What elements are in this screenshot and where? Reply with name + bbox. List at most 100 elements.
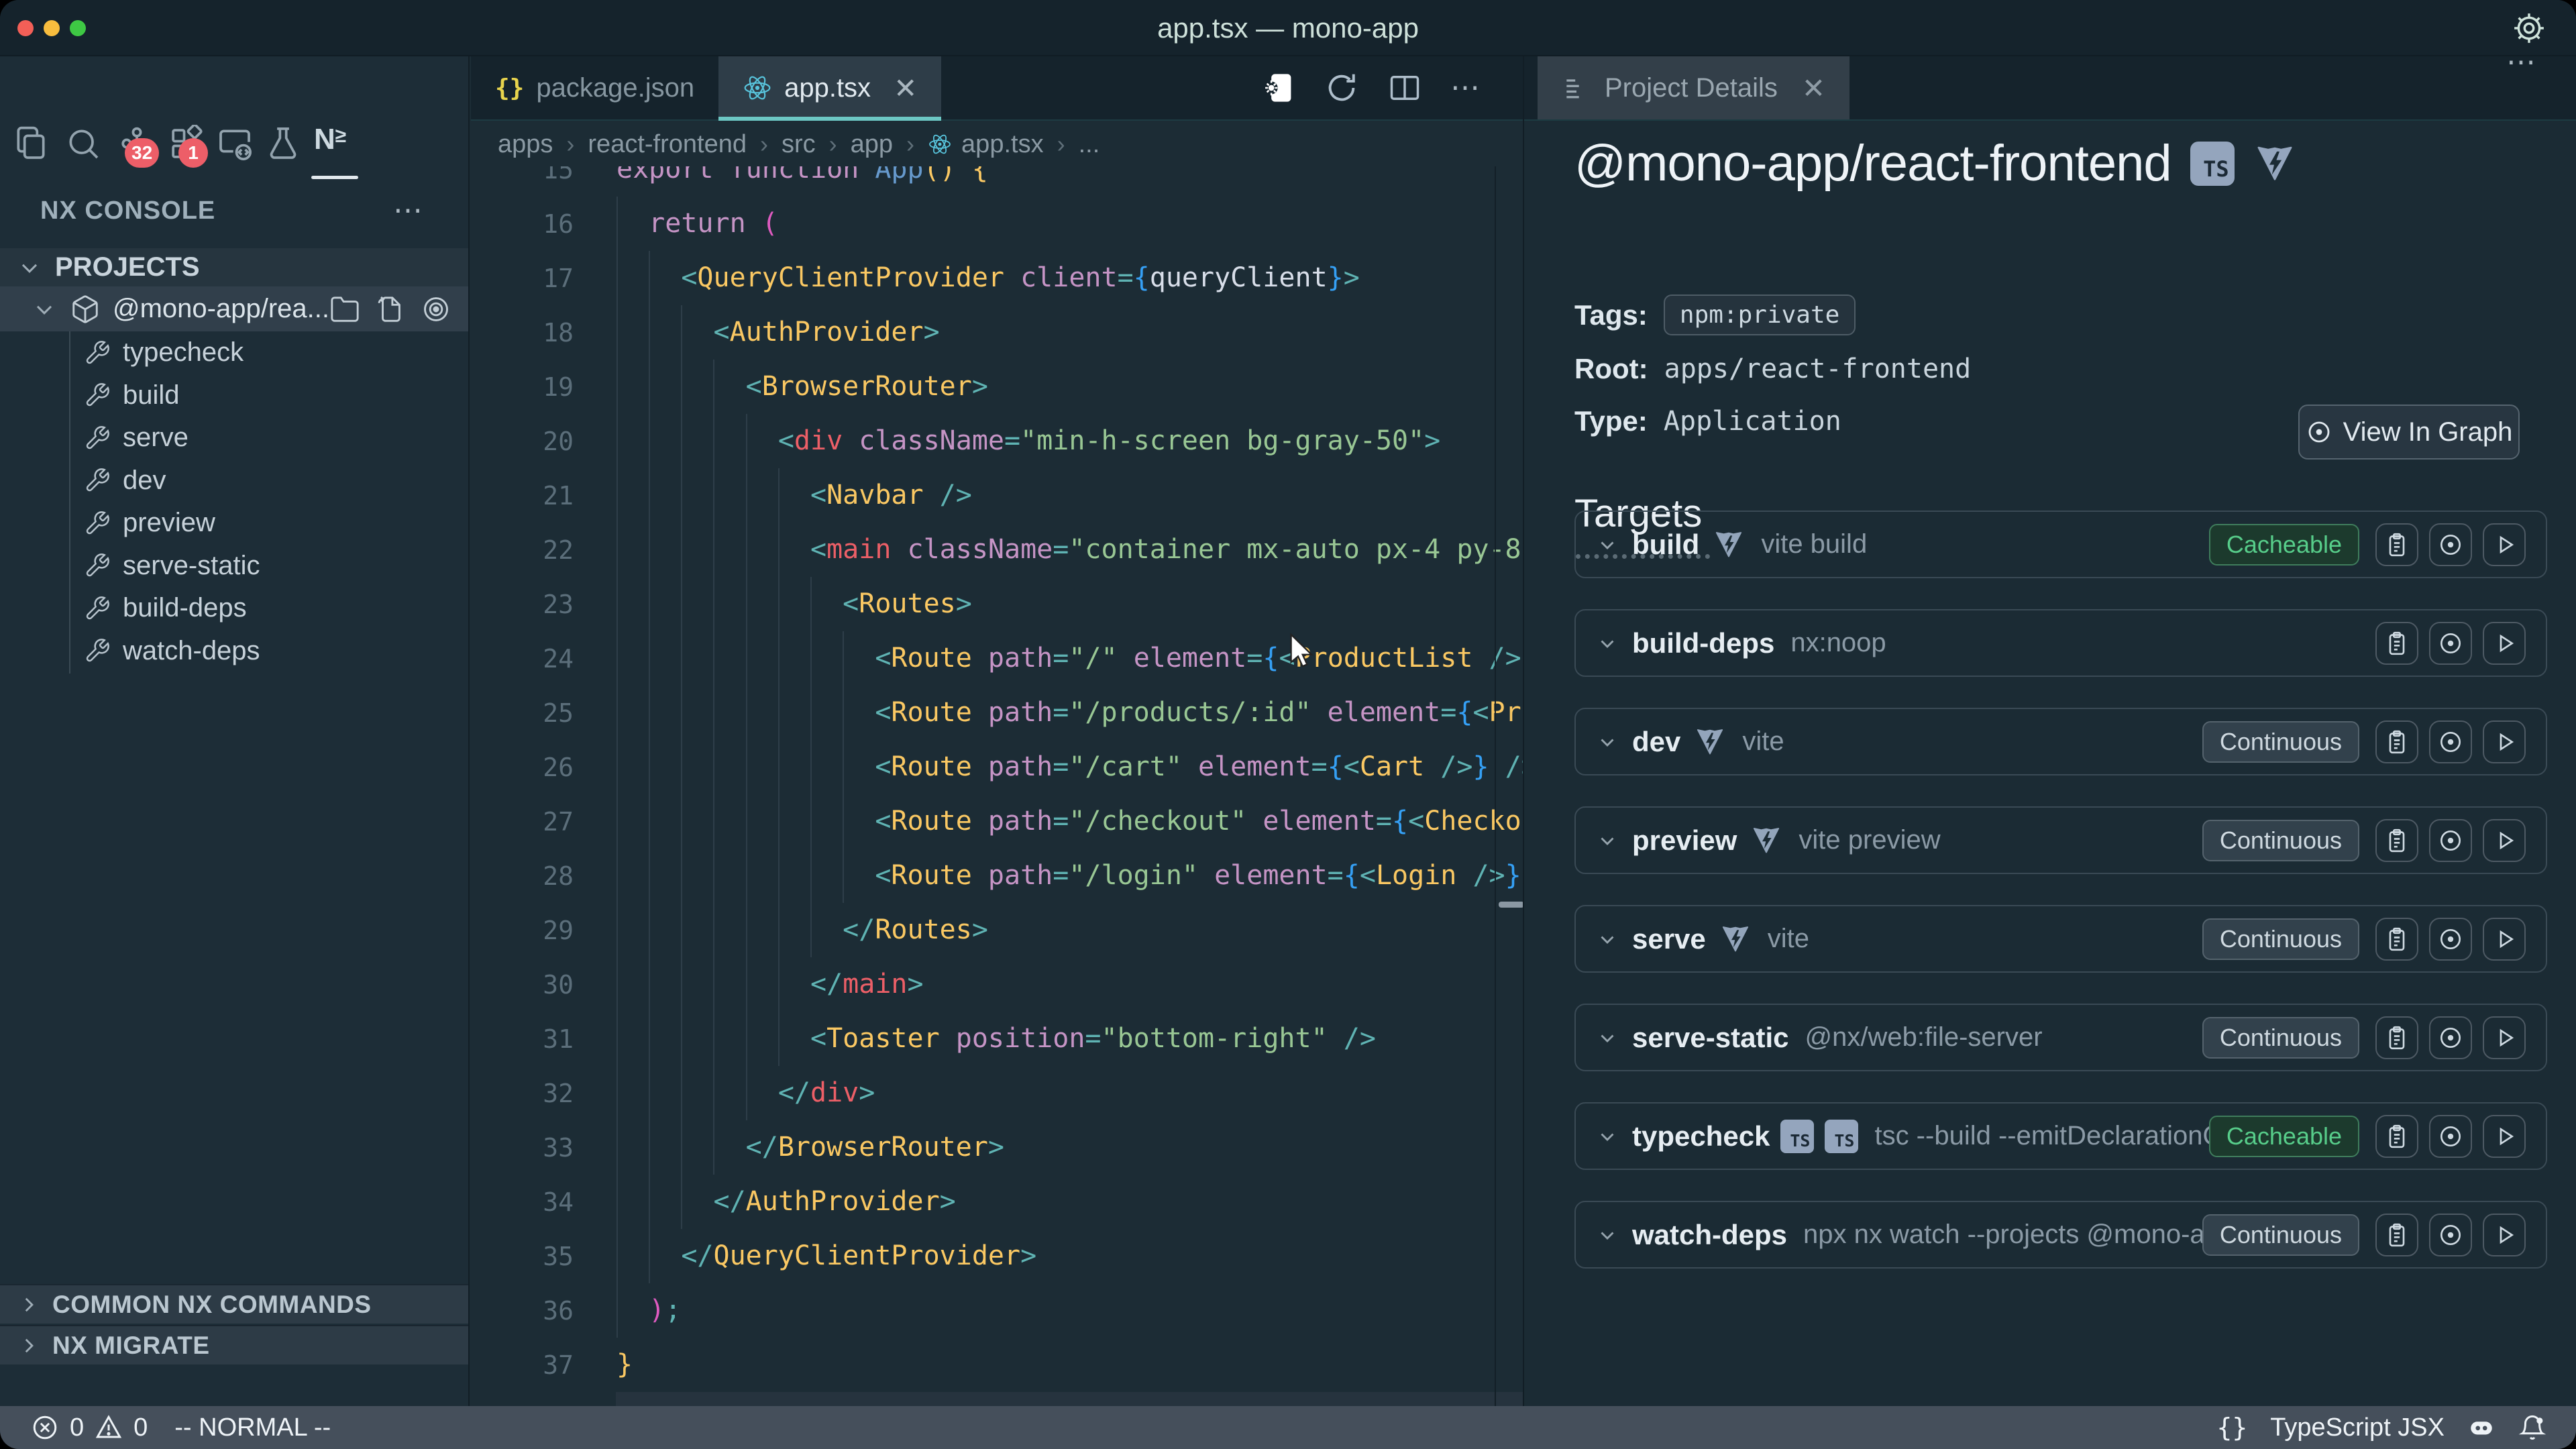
open-config-file-icon[interactable] (375, 294, 406, 325)
tree-item-serve[interactable]: serve (0, 417, 468, 460)
copy-task-button[interactable] (2375, 1115, 2418, 1158)
tab-app-tsx[interactable]: app.tsx ✕ (718, 56, 941, 119)
search-icon[interactable] (64, 125, 102, 162)
chevron-down-icon[interactable] (1596, 731, 1619, 753)
run-task-button[interactable] (2483, 622, 2526, 665)
copilot-icon[interactable] (2467, 1413, 2496, 1442)
focus-target-icon[interactable] (421, 294, 451, 325)
copy-task-button[interactable] (2375, 918, 2418, 961)
code-line[interactable]: 36 ); (471, 1283, 1523, 1338)
code-line[interactable]: 27 <Route path="/checkout" element={<Che… (471, 794, 1523, 849)
project-tree-item[interactable]: @mono-app/rea... (0, 286, 468, 331)
nx-icon[interactable]: N≥ (314, 125, 352, 162)
tab-package-json[interactable]: {} package.json (471, 56, 718, 119)
view-task-graph-button[interactable] (2429, 918, 2472, 961)
code-line[interactable]: 32 </div> (471, 1066, 1523, 1120)
breadcrumb-item[interactable]: react-frontend (588, 130, 747, 159)
close-tab-icon[interactable]: ✕ (894, 72, 917, 105)
code-line[interactable]: 24 <Route path="/" element={<ProductList… (471, 631, 1523, 686)
view-task-graph-button[interactable] (2429, 622, 2472, 665)
code-line[interactable]: 37 } (471, 1338, 1523, 1392)
run-task-button[interactable] (2483, 1214, 2526, 1256)
open-project-details-icon[interactable] (1261, 70, 1296, 105)
code-line[interactable]: 20 <div className="min-h-screen bg-gray-… (471, 414, 1523, 468)
copy-task-button[interactable] (2375, 1214, 2418, 1256)
target-card-serve-static[interactable]: serve-static @nx/web:file-server Continu… (1574, 1004, 2547, 1071)
chevron-down-icon[interactable] (1596, 1125, 1619, 1148)
tree-item-watch-deps[interactable]: watch-deps (0, 630, 468, 673)
code-line[interactable]: 21 <Navbar /> (471, 468, 1523, 523)
copy-task-button[interactable] (2375, 819, 2418, 862)
tree-item-typecheck[interactable]: typecheck (0, 331, 468, 374)
view-task-graph-button[interactable] (2429, 819, 2472, 862)
view-task-graph-button[interactable] (2429, 1115, 2472, 1158)
notifications-bell-icon[interactable] (2518, 1413, 2546, 1442)
split-editor-icon[interactable] (1387, 70, 1422, 105)
settings-gear-icon[interactable] (2512, 11, 2546, 46)
sidebar-section-nx-migrate[interactable]: NX MIGRATE (0, 1325, 468, 1364)
beaker-icon[interactable] (264, 125, 302, 162)
chevron-down-icon[interactable] (1596, 533, 1619, 556)
code-line[interactable]: 22 <main className="container mx-auto px… (471, 523, 1523, 577)
close-panel-icon[interactable]: ✕ (1802, 72, 1825, 105)
target-card-serve[interactable]: serve vite Continuous (1574, 905, 2547, 973)
code-line[interactable]: 35 </QueryClientProvider> (471, 1229, 1523, 1283)
tree-item-serve-static[interactable]: serve-static (0, 545, 468, 588)
target-card-build[interactable]: build vite build Cacheable (1574, 511, 2547, 578)
target-card-dev[interactable]: dev vite Continuous (1574, 708, 2547, 775)
run-task-button[interactable] (2483, 1016, 2526, 1059)
run-task-button[interactable] (2483, 819, 2526, 862)
code-line[interactable]: 31 <Toaster position="bottom-right" /> (471, 1012, 1523, 1066)
code-line[interactable]: 29 </Routes> (471, 903, 1523, 957)
target-card-preview[interactable]: preview vite preview Continuous (1574, 806, 2547, 874)
breadcrumb-item[interactable]: app.tsx (928, 130, 1044, 159)
tree-item-dev[interactable]: dev (0, 460, 468, 502)
code-line[interactable]: 25 <Route path="/products/:id" element={… (471, 686, 1523, 740)
run-task-button[interactable] (2483, 720, 2526, 763)
tree-item-preview[interactable]: preview (0, 502, 468, 545)
chevron-down-icon[interactable] (1596, 829, 1619, 852)
tree-item-build-deps[interactable]: build-deps (0, 587, 468, 630)
breadcrumb-item[interactable]: apps (498, 130, 553, 159)
sidebar-section-common-commands[interactable]: COMMON NX COMMANDS (0, 1284, 468, 1324)
code-line[interactable]: 33 </BrowserRouter> (471, 1120, 1523, 1175)
code-line[interactable]: 30 </main> (471, 957, 1523, 1012)
overview-ruler-cursor-mark[interactable] (1499, 902, 1524, 908)
view-in-graph-button[interactable]: View In Graph (2298, 405, 2520, 460)
target-card-typecheck[interactable]: typecheckTSTS tsc --build --emitDeclarat… (1574, 1102, 2547, 1170)
more-actions-icon[interactable]: ⋯ (1450, 70, 1485, 105)
run-task-button[interactable] (2483, 918, 2526, 961)
view-task-graph-button[interactable] (2429, 720, 2472, 763)
target-card-watch-deps[interactable]: watch-deps npx nx watch --projects @mono… (1574, 1201, 2547, 1269)
breadcrumb-item[interactable]: ... (1079, 130, 1100, 159)
run-task-button[interactable] (2483, 1115, 2526, 1158)
copy-task-button[interactable] (2375, 1016, 2418, 1059)
chevron-down-icon[interactable] (1596, 1224, 1619, 1246)
code-line[interactable]: 26 <Route path="/cart" element={<Cart />… (471, 740, 1523, 794)
code-line[interactable]: 28 <Route path="/login" element={<Login … (471, 849, 1523, 903)
code-line[interactable]: 38 (471, 1392, 1523, 1406)
code-line[interactable]: 23 <Routes> (471, 577, 1523, 631)
breadcrumb-item[interactable]: app (851, 130, 893, 159)
more-actions-icon[interactable]: ⋯ (393, 205, 425, 217)
copy-task-button[interactable] (2375, 720, 2418, 763)
copy-task-button[interactable] (2375, 622, 2418, 665)
more-actions-icon[interactable]: ⋯ (2506, 56, 2538, 119)
refresh-icon[interactable] (1324, 70, 1359, 105)
errors-count[interactable]: 0 (70, 1413, 84, 1442)
code-line[interactable]: 19 <BrowserRouter> (471, 360, 1523, 414)
language-mode[interactable]: TypeScript JSX (2270, 1413, 2445, 1442)
warnings-count[interactable]: 0 (133, 1413, 148, 1442)
tree-item-build[interactable]: build (0, 374, 468, 417)
view-task-graph-button[interactable] (2429, 523, 2472, 566)
code-line[interactable]: 34 </AuthProvider> (471, 1175, 1523, 1229)
copy-task-button[interactable] (2375, 523, 2418, 566)
target-card-build-deps[interactable]: build-deps nx:noop (1574, 609, 2547, 677)
tab-project-details[interactable]: Project Details ✕ (1538, 56, 1849, 119)
projects-section-header[interactable]: PROJECTS (0, 248, 468, 286)
code-line[interactable]: 18 <AuthProvider> (471, 305, 1523, 360)
code-line[interactable]: 16 return ( (471, 197, 1523, 251)
chevron-down-icon[interactable] (1596, 1026, 1619, 1049)
errors-icon[interactable] (31, 1413, 59, 1442)
run-task-button[interactable] (2483, 523, 2526, 566)
